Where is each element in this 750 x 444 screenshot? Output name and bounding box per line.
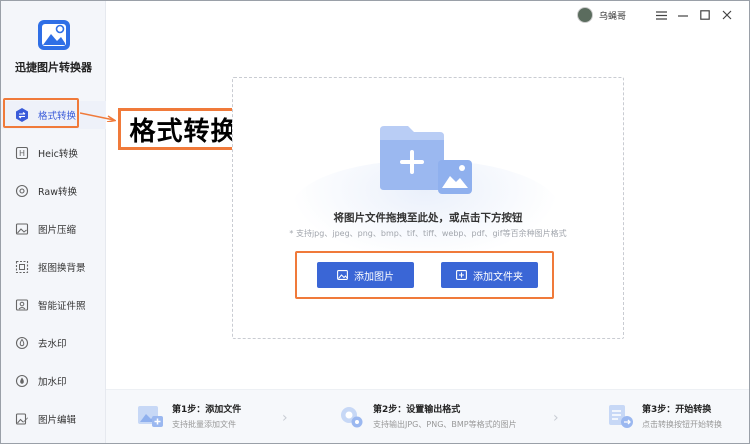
step-desc: 支持批量添加文件 [172, 420, 236, 429]
add-image-label: 添加图片 [354, 271, 394, 283]
add-watermark-icon [14, 373, 30, 389]
sidebar-item-label: 图片编辑 [38, 415, 77, 426]
sidebar-item-add-watermark[interactable]: 加水印 [1, 367, 106, 395]
sidebar-item-cutout[interactable]: 抠图换背景 [1, 253, 106, 281]
title-bar: 乌蝇哥 [576, 6, 738, 24]
app-title: 迅捷图片转换器 [15, 61, 92, 74]
sidebar-item-raw[interactable]: Raw转换 [1, 177, 106, 205]
step-1: 第1步：添加文件 支持批量添加文件 [136, 402, 241, 430]
remove-watermark-icon [14, 335, 30, 351]
close-icon[interactable] [716, 7, 738, 23]
sidebar-item-label: Heic转换 [38, 149, 78, 160]
chevron-right-icon: › [553, 410, 559, 426]
cutout-icon [14, 259, 30, 275]
add-image-button[interactable]: 添加图片 [317, 262, 414, 288]
sidebar-item-compress[interactable]: 图片压缩 [1, 215, 106, 243]
compress-icon [14, 221, 30, 237]
sidebar-item-heic[interactable]: H Heic转换 [1, 139, 106, 167]
add-folder-label: 添加文件夹 [473, 271, 523, 283]
image-icon [337, 270, 348, 280]
step-title: 第1步：添加文件 [172, 405, 242, 415]
sidebar: 迅捷图片转换器 格式转换 H Heic转换 Raw转换 图片压缩 抠图换背景 智… [1, 1, 106, 443]
step-2: 第2步：设置输出格式 支持输出JPG、PNG、BMP等格式的图片 [337, 402, 517, 430]
menu-icon[interactable] [650, 7, 672, 23]
convert-step-icon [609, 405, 633, 428]
step-title: 第3步：开始转换 [642, 405, 712, 415]
username[interactable]: 乌蝇哥 [599, 9, 626, 22]
folder-image-icon [380, 126, 472, 194]
add-folder-icon [456, 270, 467, 280]
sidebar-item-id-photo[interactable]: 智能证件照 [1, 291, 106, 319]
sidebar-item-label: 去水印 [38, 339, 67, 350]
sidebar-item-remove-watermark[interactable]: 去水印 [1, 329, 106, 357]
step-desc: 点击转换按钮开始转换 [642, 420, 722, 429]
heic-icon: H [14, 145, 30, 161]
chevron-right-icon: › [282, 410, 288, 426]
sidebar-item-image-edit[interactable]: 图片编辑 [1, 405, 106, 433]
sidebar-item-label: 智能证件照 [38, 301, 86, 312]
image-edit-icon [14, 411, 30, 427]
step-3: 第3步：开始转换 点击转换按钮开始转换 [606, 402, 722, 430]
callout-label: 格式转换 [118, 108, 249, 150]
maximize-icon[interactable] [694, 7, 716, 23]
callout-arrow [80, 112, 116, 122]
add-file-step-icon [138, 406, 163, 427]
steps-bar: 第1步：添加文件 支持批量添加文件 › 第2步：设置输出格式 支持输出JPG、P… [106, 389, 749, 443]
step-title: 第2步：设置输出格式 [373, 405, 461, 415]
sidebar-item-label: 图片压缩 [38, 225, 77, 236]
avatar[interactable] [576, 7, 593, 23]
active-item-highlight [3, 98, 79, 128]
sidebar-item-label: 加水印 [38, 377, 67, 388]
add-folder-button[interactable]: 添加文件夹 [441, 262, 538, 288]
sidebar-item-label: Raw转换 [38, 187, 77, 198]
sidebar-item-label: 抠图换背景 [38, 263, 86, 274]
id-photo-icon [14, 297, 30, 313]
step-desc: 支持输出JPG、PNG、BMP等格式的图片 [373, 420, 517, 429]
drop-zone-text: 将图片文件拖拽至此处，或点击下方按钮 [333, 212, 523, 224]
settings-step-icon [341, 407, 363, 428]
raw-icon [14, 183, 30, 199]
minimize-icon[interactable] [672, 7, 694, 23]
svg-text:H: H [19, 149, 25, 158]
app-logo-icon [38, 20, 70, 50]
supported-formats-hint: * 支持jpg、jpeg、png、bmp、tif、tiff、webp、pdf、g… [289, 229, 567, 238]
